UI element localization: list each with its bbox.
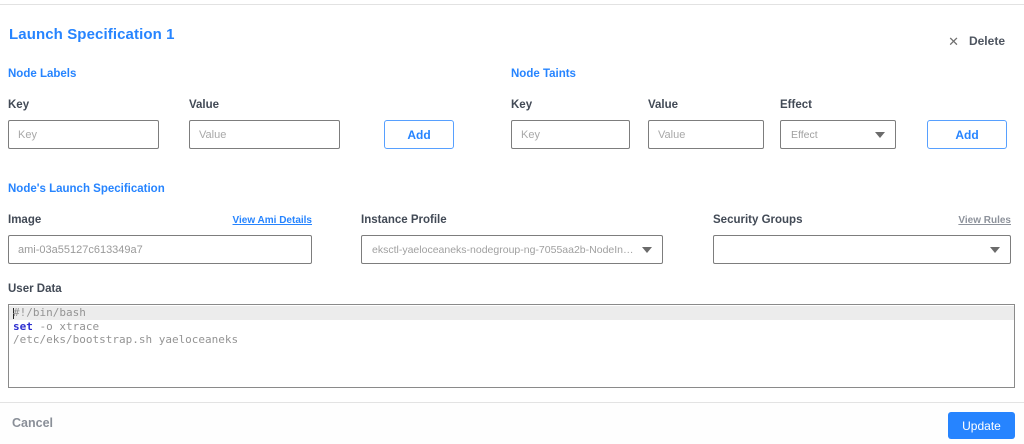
chevron-down-icon <box>990 246 1000 253</box>
cancel-button[interactable]: Cancel <box>12 416 53 430</box>
code-line-1: #!/bin/bash <box>9 306 1014 320</box>
launch-spec-section: Node's Launch Specification Image View A… <box>8 183 1011 264</box>
footer-bar: Cancel Update <box>0 402 1024 444</box>
node-taints-key-input[interactable] <box>511 120 630 149</box>
code-line-2: set -o xtrace <box>13 319 100 333</box>
update-button[interactable]: Update <box>948 412 1015 439</box>
view-rules-link[interactable]: View Rules <box>958 215 1011 226</box>
node-labels-section: Node Labels Key Value Add <box>8 68 454 149</box>
user-data-section: User Data #!/bin/bash set -o xtrace /etc… <box>8 283 1015 388</box>
chevron-down-icon <box>875 131 885 138</box>
node-labels-heading: Node Labels <box>8 68 77 80</box>
close-icon: ✕ <box>948 33 959 49</box>
top-divider <box>0 4 1024 5</box>
delete-button-label: Delete <box>968 34 1005 48</box>
page-title: Launch Specification 1 <box>9 26 175 43</box>
instance-profile-value: eksctl-yaeloceaneks-nodegroup-ng-7055aa2… <box>372 243 636 256</box>
node-taints-section: Node Taints Key Value Effect Effect Add <box>511 68 1008 149</box>
node-labels-key-input[interactable] <box>8 120 159 149</box>
image-label: Image <box>8 214 42 226</box>
effect-select-placeholder: Effect <box>791 128 818 141</box>
node-labels-key-label: Key <box>8 99 30 111</box>
launch-spec-heading: Node's Launch Specification <box>8 183 165 195</box>
security-groups-label: Security Groups <box>713 214 803 226</box>
view-ami-details-link[interactable]: View Ami Details <box>233 215 312 226</box>
instance-profile-select[interactable]: eksctl-yaeloceaneks-nodegroup-ng-7055aa2… <box>361 235 663 264</box>
user-data-label: User Data <box>8 283 62 295</box>
security-groups-select[interactable] <box>713 235 1011 264</box>
node-taints-effect-label: Effect <box>780 99 812 111</box>
user-data-editor[interactable]: #!/bin/bash set -o xtrace /etc/eks/boots… <box>8 304 1015 388</box>
instance-profile-label: Instance Profile <box>361 214 447 226</box>
node-taints-effect-select[interactable]: Effect <box>780 120 896 149</box>
node-taints-add-button[interactable]: Add <box>927 120 1007 149</box>
node-taints-value-label: Value <box>648 99 679 111</box>
launch-spec-panel: Launch Specification 1 ✕ Delete Node Lab… <box>0 0 1024 444</box>
chevron-down-icon <box>642 246 652 253</box>
node-labels-add-button[interactable]: Add <box>384 120 454 149</box>
node-taints-key-label: Key <box>511 99 533 111</box>
node-labels-value-label: Value <box>189 99 220 111</box>
code-line-3: /etc/eks/bootstrap.sh yaeloceaneks <box>13 333 239 346</box>
node-taints-heading: Node Taints <box>511 68 576 80</box>
image-input[interactable] <box>8 235 312 264</box>
delete-button[interactable]: ✕ Delete <box>948 34 1005 48</box>
node-taints-value-input[interactable] <box>648 120 764 149</box>
node-labels-value-input[interactable] <box>189 120 340 149</box>
